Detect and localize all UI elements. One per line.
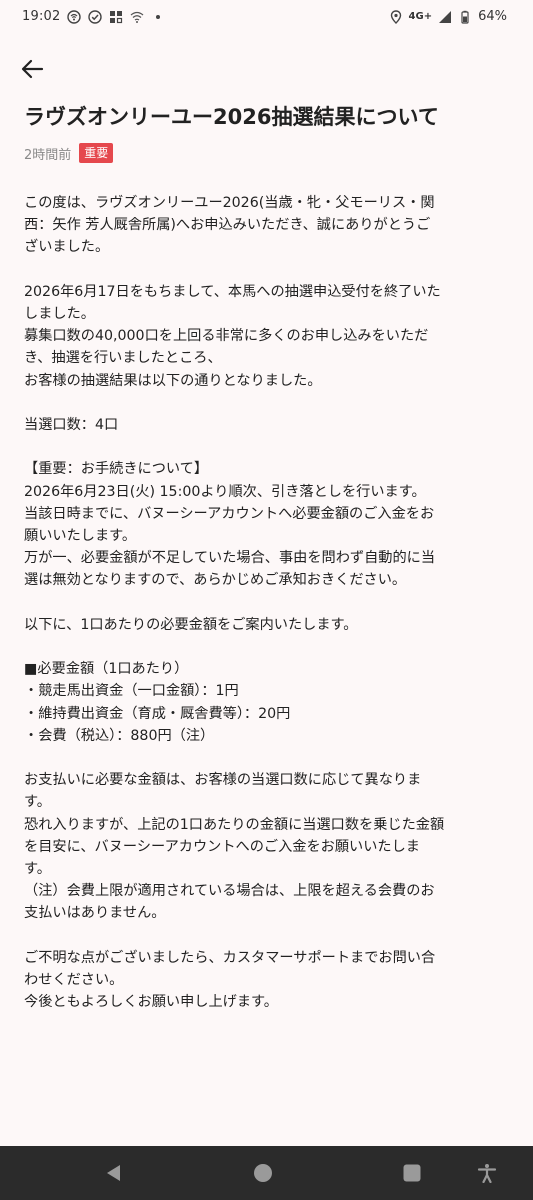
article-line: ご不明な点がございましたら、カスタマーサポートまでお問い合 (24, 949, 436, 966)
location-icon (390, 9, 401, 24)
article-title: ラヴズオンリーユー2026抽選結果について (24, 105, 439, 129)
article-line: ・維持費出資金（育成・厩舎費等）：20円 (24, 705, 291, 722)
article-paragraph: 当選口数：4口 (24, 414, 514, 436)
important-badge: 重要 (79, 143, 114, 163)
article-line: ・会費（税込）：880円（注） (24, 727, 215, 744)
circle-home-icon[interactable] (253, 1163, 273, 1183)
article-line: （注）会費上限が適用されている場合は、上限を超える会費のお (24, 883, 435, 900)
article-line: しました。 (24, 306, 95, 322)
network-type: 4G+ (408, 11, 433, 22)
post-time: 2時間前 (24, 147, 72, 163)
signal-icon (439, 10, 452, 23)
wifi-calling-icon (131, 11, 144, 23)
article-line: お支払いに必要な金額は、お客様の当選口数に応じて異なりま (24, 772, 422, 789)
article-line: き、抽選を行いましたところ、 (24, 350, 222, 367)
article-line: ■必要金額（1口あたり） (24, 661, 189, 678)
article-line: 当選口数：4口 (24, 417, 119, 433)
triangle-back-icon[interactable] (104, 1163, 124, 1183)
battery-percent: 64% (478, 9, 507, 24)
article-paragraph: 【重要：お手続きについて】 2026年6月23日(火) 15:00より順次、引き落… (24, 458, 514, 591)
article-meta: 2時間前 重要 (24, 143, 114, 163)
article-line: 2026年6月17日をもちまして、本馬への抽選申込受付を終了いた (24, 283, 441, 300)
article-line: 以下に、1口あたりの必要金額をご案内いたします。 (24, 616, 358, 633)
article-line: 恐れ入りますが、上記の1口あたりの金額に当選口数を乗じた金額 (24, 816, 445, 833)
article-line: 当該日時までに、バヌーシーアカウントへ必要金額のご入金をお (24, 505, 435, 522)
article-body: この度は、ラヴズオンリーユー2026(当歳・牝・父モーリス・関 西：矢作 芳人厩舎… (24, 192, 514, 1036)
article-paragraph: この度は、ラヴズオンリーユー2026(当歳・牝・父モーリス・関 西：矢作 芳人厩舎… (24, 192, 514, 259)
article-line: 願いいたします。 (24, 528, 137, 544)
status-right: 4G+ 64% (389, 9, 507, 24)
article-paragraph: 2026年6月17日をもちまして、本馬への抽選申込受付を終了いた しました。募集口… (24, 281, 514, 392)
accessibility-icon[interactable] (477, 1163, 497, 1183)
article-line: 【重要：お手続きについて】 (24, 461, 209, 478)
status-bar: 19:02 4G+ 64% (0, 0, 533, 36)
status-left: 19:02 (22, 9, 165, 24)
article-line: お客様の抽選結果は以下の通りとなりました。 (24, 372, 322, 389)
article-line: この度は、ラヴズオンリーユー2026(当歳・牝・父モーリス・関 (24, 195, 435, 211)
back-arrow-icon (21, 59, 44, 79)
article-paragraph: 以下に、1口あたりの必要金額をご案内いたします。 (24, 614, 514, 636)
notification-dot-icon (156, 14, 161, 19)
status-time: 19:02 (22, 9, 61, 24)
article-line: 募集口数の40,000口を上回る非常に多くのお申し込みをいただ (24, 328, 429, 345)
back-button[interactable] (18, 54, 48, 84)
article-line: 選は無効となりますので、あらかじめご承知おきください。 (24, 572, 407, 589)
check-circle-icon (88, 9, 103, 24)
article-paragraph: お支払いに必要な金額は、お客様の当選口数に応じて異なりま す。恐れ入りますが、上記… (24, 769, 514, 924)
article-line: す。 (24, 861, 51, 877)
article-line: を目安に、バヌーシーアカウントへのご入金をお願いいたしま (24, 838, 420, 855)
article-line: 西：矢作 芳人厩舎所属)へお申込みいただき、誠にありがとうご (24, 217, 431, 234)
article-line: ・競走馬出資金（一口金額）：1円 (24, 683, 239, 700)
article-line: 今後ともよろしくお願い申し上げます。 (24, 994, 278, 1011)
square-recents-icon[interactable] (402, 1163, 422, 1183)
article-line: 支払いはありません。 (24, 905, 166, 922)
app-grid-icon (110, 10, 123, 23)
article-paragraph: ご不明な点がございましたら、カスタマーサポートまでお問い合 わせください。今後とも… (24, 947, 514, 1014)
system-nav-bar (0, 1146, 533, 1200)
article-paragraph: ■必要金額（1口あたり） ・競走馬出資金（一口金額）：1円・維持費出資金（育成・厩… (24, 658, 514, 747)
article-line: 2026年6月23日(火) 15:00より順次、引き落としを行います。 (24, 483, 426, 500)
article-line: 万が一、必要金額が不足していた場合、事由を問わず自動的に当 (24, 550, 436, 567)
hotspot-icon (67, 9, 82, 24)
article-line: ざいました。 (24, 239, 110, 256)
article-line: わせください。 (24, 972, 124, 988)
article-line: す。 (24, 794, 51, 811)
battery-icon (461, 10, 469, 24)
